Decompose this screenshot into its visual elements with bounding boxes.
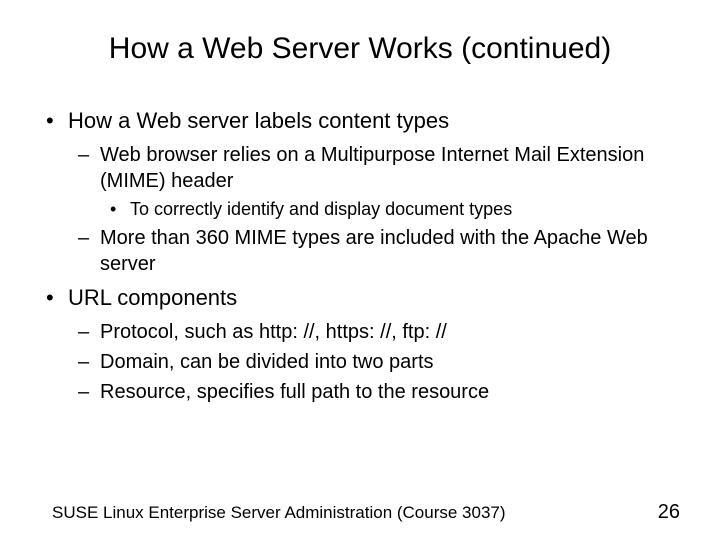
bullet-sublist: Protocol, such as http: //, https: //, f… [68, 319, 680, 405]
footer: SUSE Linux Enterprise Server Administrat… [0, 501, 720, 524]
bullet-list: How a Web server labels content types We… [40, 106, 680, 405]
bullet-text: Protocol, such as http: //, https: //, f… [100, 321, 447, 343]
slide: How a Web Server Works (continued) How a… [0, 0, 720, 405]
bullet-lvl2: Resource, specifies full path to the res… [100, 379, 680, 405]
bullet-text: Web browser relies on a Multipurpose Int… [100, 144, 644, 192]
footer-text: SUSE Linux Enterprise Server Administrat… [52, 503, 506, 523]
bullet-lvl3: To correctly identify and display docume… [130, 198, 680, 221]
bullet-text: URL components [68, 285, 237, 310]
bullet-lvl2: Web browser relies on a Multipurpose Int… [100, 142, 680, 221]
bullet-subsublist: To correctly identify and display docume… [100, 198, 680, 221]
bullet-lvl2: More than 360 MIME types are included wi… [100, 225, 680, 277]
bullet-text: To correctly identify and display docume… [130, 199, 512, 219]
bullet-lvl1: URL components Protocol, such as http: /… [68, 283, 680, 405]
bullet-lvl2: Domain, can be divided into two parts [100, 349, 680, 375]
slide-title: How a Web Server Works (continued) [40, 32, 680, 66]
bullet-text: More than 360 MIME types are included wi… [100, 227, 648, 275]
page-number: 26 [658, 501, 680, 524]
bullet-text: Domain, can be divided into two parts [100, 351, 434, 373]
bullet-lvl1: How a Web server labels content types We… [68, 106, 680, 277]
bullet-text: How a Web server labels content types [68, 108, 449, 133]
bullet-lvl2: Protocol, such as http: //, https: //, f… [100, 319, 680, 345]
bullet-text: Resource, specifies full path to the res… [100, 381, 489, 403]
bullet-sublist: Web browser relies on a Multipurpose Int… [68, 142, 680, 277]
